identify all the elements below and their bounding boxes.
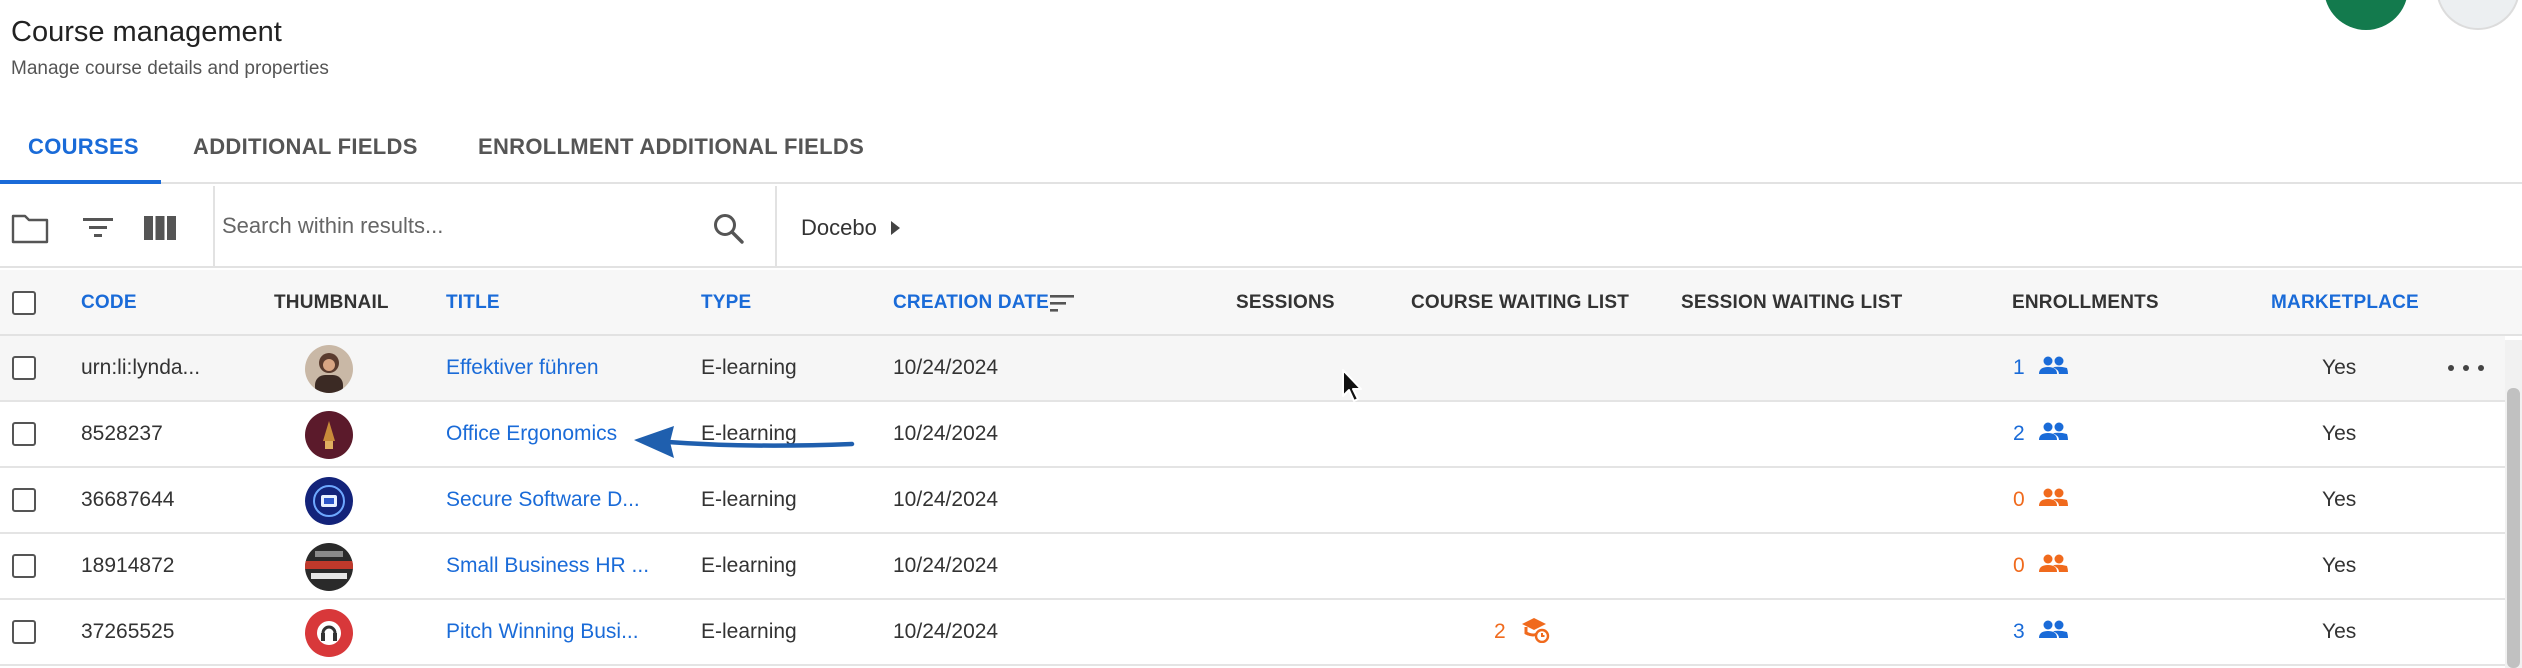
tab-additional-fields[interactable]: ADDITIONAL FIELDS: [193, 118, 418, 184]
table-toolbar: Docebo: [0, 186, 2522, 268]
users-icon: [2037, 619, 2069, 645]
creation-date: 10/24/2024: [893, 356, 999, 379]
marketplace-value: Yes: [2322, 620, 2357, 643]
page-subtitle: Manage course details and properties: [11, 58, 329, 79]
marketplace-value: Yes: [2322, 422, 2357, 445]
row-checkbox[interactable]: [12, 554, 36, 578]
users-icon: [2037, 355, 2069, 381]
course-code: urn:li:lynda...: [81, 356, 201, 379]
users-icon: [2037, 553, 2069, 579]
user-avatar[interactable]: [2436, 0, 2520, 30]
column-header-enrollments: ENROLLMENTS: [2012, 292, 2159, 313]
app-launcher-avatar[interactable]: [2324, 0, 2408, 30]
enrollments-link[interactable]: 0: [2013, 468, 2069, 532]
enrollments-link[interactable]: 3: [2013, 600, 2069, 664]
column-header-type[interactable]: TYPE: [701, 270, 751, 336]
tab-courses[interactable]: COURSES: [28, 118, 139, 184]
creation-date: 10/24/2024: [893, 488, 999, 511]
active-tab-indicator: [0, 180, 161, 184]
row-checkbox[interactable]: [12, 422, 36, 446]
page-title: Course management: [11, 16, 282, 48]
marketplace-value: Yes: [2322, 554, 2357, 577]
vertical-scrollbar-thumb[interactable]: [2507, 388, 2520, 668]
table-header: CODE THUMBNAIL TITLE TYPE CREATION DATE …: [0, 270, 2522, 336]
course-thumbnail: [305, 609, 353, 657]
course-type: E-learning: [701, 554, 797, 577]
column-header-creation-date[interactable]: CREATION DATE: [893, 270, 1049, 336]
creation-date: 10/24/2024: [893, 422, 999, 445]
filter-icon[interactable]: [78, 208, 118, 248]
enrollments-count: 0: [2013, 554, 2025, 577]
marketplace-value: Yes: [2322, 356, 2357, 379]
annotation-arrow: [634, 426, 855, 458]
row-checkbox[interactable]: [12, 356, 36, 380]
course-title-link[interactable]: Pitch Winning Busi...: [446, 600, 686, 664]
enrollments-count: 2: [2013, 422, 2025, 445]
row-checkbox[interactable]: [12, 488, 36, 512]
table-row[interactable]: urn:li:lynda... Effektiver führen E-lear…: [0, 336, 2505, 402]
course-waiting-list-link[interactable]: 2: [1494, 600, 1550, 664]
users-icon: [2037, 421, 2069, 447]
creation-date: 10/24/2024: [893, 620, 999, 643]
course-title-link[interactable]: Secure Software D...: [446, 468, 686, 532]
toolbar-divider: [213, 186, 215, 268]
course-thumbnail: [305, 345, 353, 393]
enrollments-count: 0: [2013, 488, 2025, 511]
course-type: E-learning: [701, 620, 797, 643]
course-title-link[interactable]: Small Business HR ...: [446, 534, 686, 598]
table-row[interactable]: 18914872 Small Business HR ... E-learnin…: [0, 534, 2505, 600]
marketplace-value: Yes: [2322, 488, 2357, 511]
course-title-link[interactable]: Effektiver führen: [446, 336, 686, 400]
toolbar-divider: [775, 186, 777, 268]
breadcrumb-label: Docebo: [801, 215, 877, 240]
tab-bar: COURSES ADDITIONAL FIELDS ENROLLMENT ADD…: [0, 118, 2522, 184]
waiting-list-icon: [1520, 615, 1550, 649]
columns-icon[interactable]: [140, 208, 180, 248]
course-thumbnail: [305, 477, 353, 525]
course-code: 18914872: [81, 554, 175, 577]
table-row[interactable]: 37265525 Pitch Winning Busi... E-learnin…: [0, 600, 2505, 666]
table-row[interactable]: 8528237 Office Ergonomics E-learning 10/…: [0, 402, 2505, 468]
enrollments-link[interactable]: 1: [2013, 336, 2069, 400]
course-thumbnail: [305, 411, 353, 459]
course-code: 8528237: [81, 422, 163, 445]
table-row[interactable]: 36687644 Secure Software D... E-learning…: [0, 468, 2505, 534]
enrollments-count: 1: [2013, 356, 2025, 379]
select-all-checkbox[interactable]: [12, 291, 36, 315]
tab-enrollment-additional-fields[interactable]: ENROLLMENT ADDITIONAL FIELDS: [478, 118, 864, 184]
course-code: 36687644: [81, 488, 175, 511]
breadcrumb[interactable]: Docebo: [801, 208, 900, 248]
folder-icon[interactable]: [10, 208, 50, 248]
enrollments-count: 3: [2013, 620, 2025, 643]
more-options-icon[interactable]: [2448, 356, 2484, 380]
column-header-sessions: SESSIONS: [1236, 292, 1335, 313]
column-header-marketplace[interactable]: MARKETPLACE: [2271, 270, 2419, 336]
column-header-thumbnail: THUMBNAIL: [274, 292, 389, 313]
creation-date: 10/24/2024: [893, 554, 999, 577]
column-header-course-waiting-list: COURSE WAITING LIST: [1411, 292, 1630, 313]
enrollments-link[interactable]: 0: [2013, 534, 2069, 598]
course-thumbnail: [305, 543, 353, 591]
sort-icon[interactable]: [1050, 293, 1074, 313]
search-input[interactable]: [222, 200, 702, 252]
enrollments-link[interactable]: 2: [2013, 402, 2069, 466]
course-type: E-learning: [701, 356, 797, 379]
column-header-code[interactable]: CODE: [81, 270, 137, 336]
column-header-title[interactable]: TITLE: [446, 270, 500, 336]
search-icon[interactable]: [712, 212, 746, 246]
chevron-right-icon: [890, 221, 900, 235]
column-header-session-waiting-list: SESSION WAITING LIST: [1681, 292, 1903, 313]
course-type: E-learning: [701, 488, 797, 511]
course-waiting-list-count: 2: [1494, 620, 1506, 643]
users-icon: [2037, 487, 2069, 513]
mouse-cursor-icon: [1342, 369, 1362, 402]
row-checkbox[interactable]: [12, 620, 36, 644]
course-code: 37265525: [81, 620, 175, 643]
